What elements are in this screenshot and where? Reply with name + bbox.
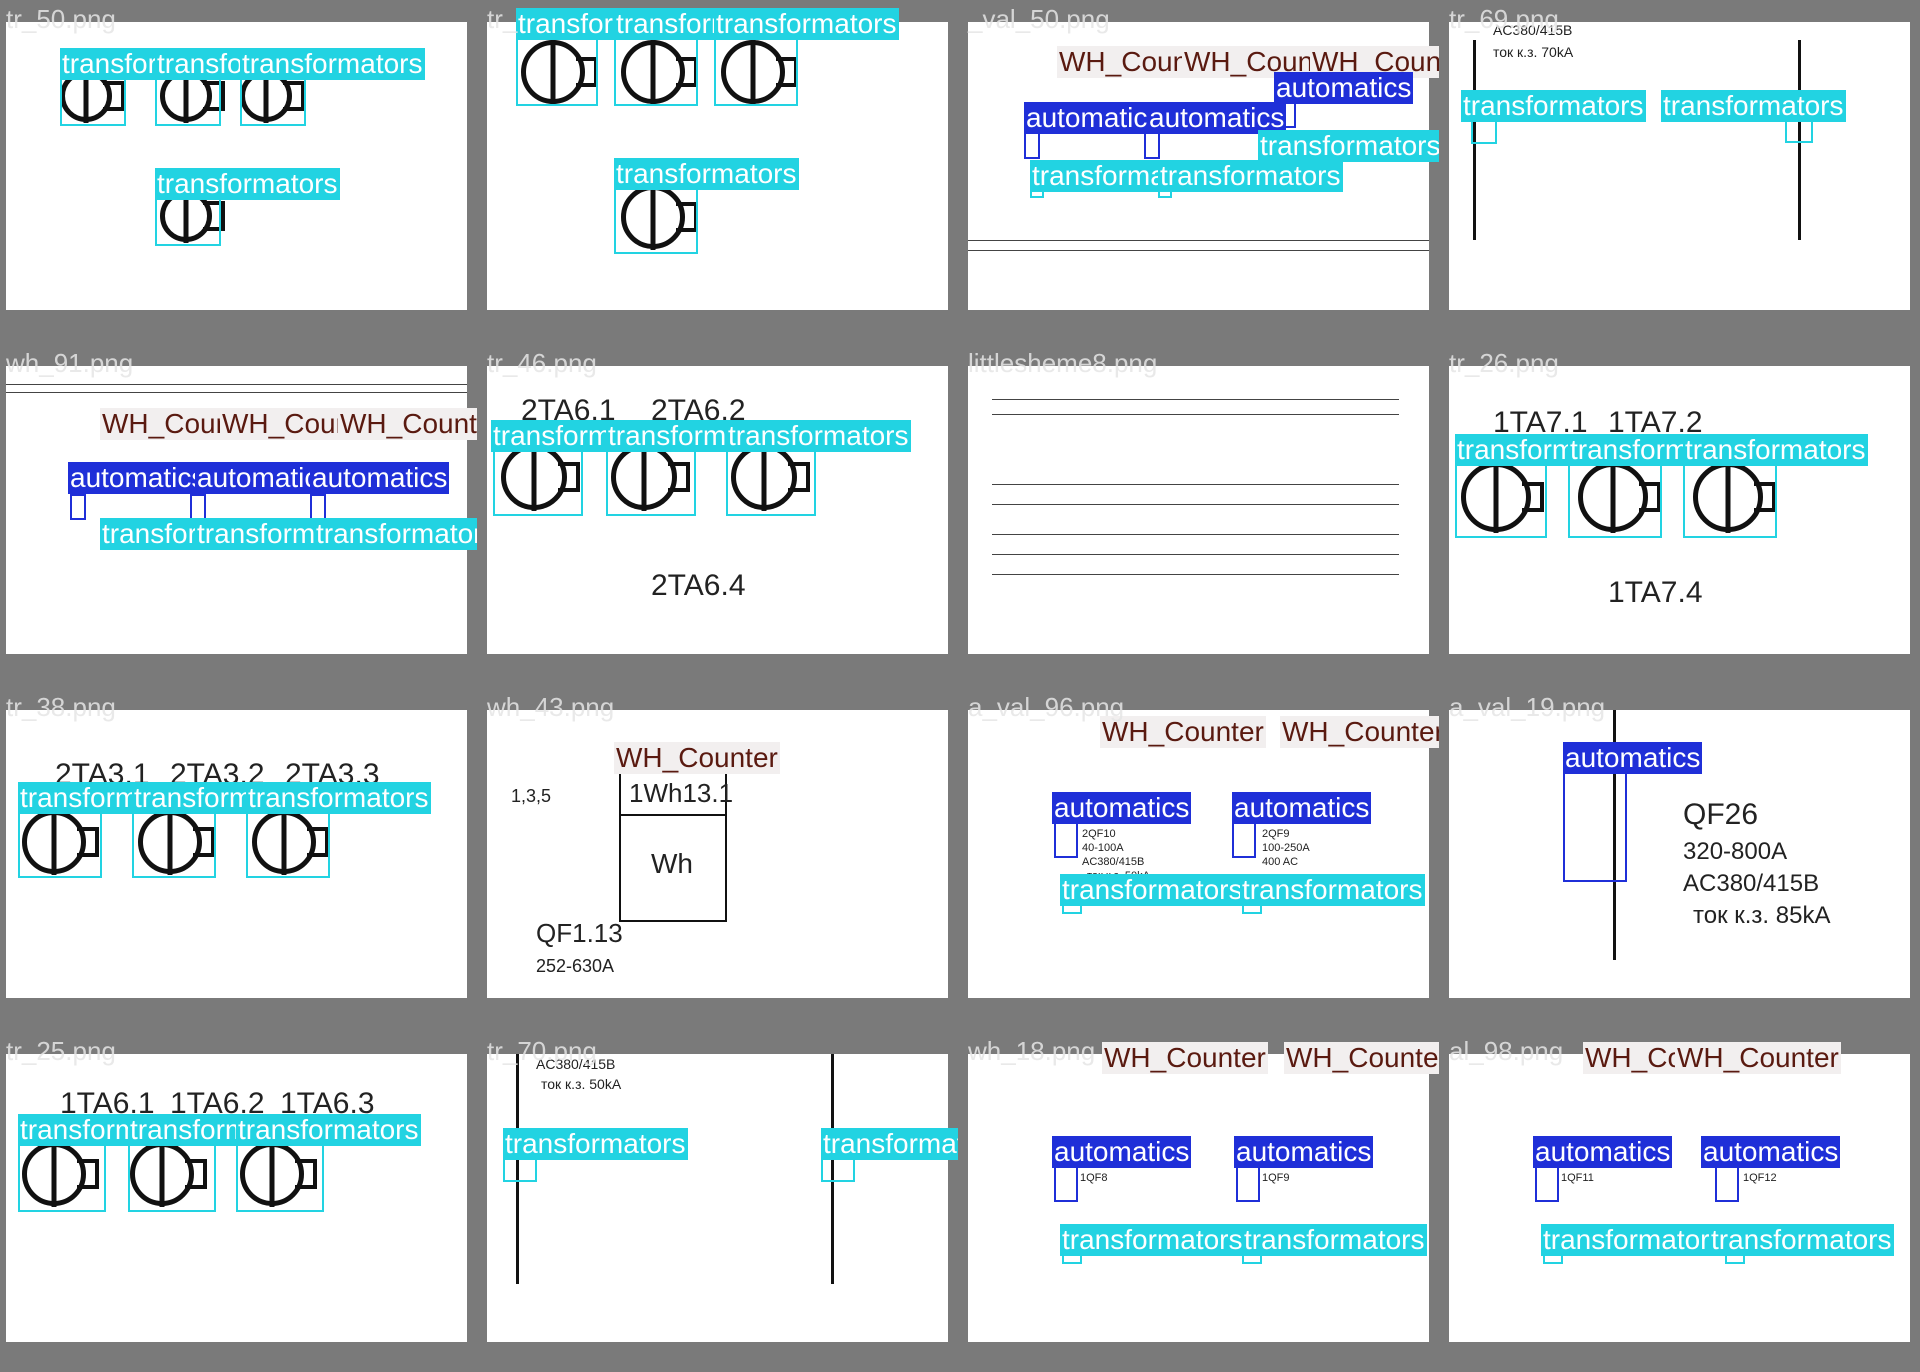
label-automatics: automatics <box>1701 1136 1841 1168</box>
label-wh-counter: WH_Counter <box>614 742 780 774</box>
label-transformators: transformators <box>1683 434 1868 466</box>
schematic-image <box>968 366 1429 654</box>
label-automatics: automatics <box>1234 1136 1374 1168</box>
label-automatics: automatics <box>1024 102 1164 134</box>
tile-tr-70: tr_70.png AC380/415B ток к.з. 50kA trans… <box>481 1032 958 1372</box>
tile-filename: tr_70.png <box>487 1036 597 1066</box>
tile-tr-69: tr_69.png AC380/415B ток к.з. 70kA trans… <box>1443 0 1920 340</box>
tile-filename: tr_38.png <box>6 692 116 722</box>
tile-wh-43: wh_43.png 1,3,5 QF1.13 252-630A 1Wh13.1 … <box>481 688 958 1028</box>
tile-filename: tr_25.png <box>6 1036 116 1066</box>
label-automatics: automatics <box>1274 72 1414 104</box>
tile-a-val-50: _val_50.png WH_Counter WH_Counter WH_Cou… <box>962 0 1439 340</box>
tile-filename: a_val_19.png <box>1449 692 1606 722</box>
label-transformators: transformators <box>1709 1224 1894 1256</box>
tile-tr-46: tr_46.png 2TA6.1 2TA6.2 2TA6.4 transform… <box>481 344 958 684</box>
schematic-image <box>1449 1054 1910 1342</box>
label-transformators: transformators <box>726 420 911 452</box>
tile-filename: tr_26.png <box>1449 348 1559 378</box>
label-automatics: automatics <box>1232 792 1372 824</box>
meter-box: 1Wh13.1 Wh <box>619 768 733 922</box>
label-transformators: transformators <box>1461 90 1646 122</box>
tile-filename: tr_ <box>487 4 518 34</box>
tile-filename: wh_43.png <box>487 692 615 722</box>
label-automatics: automatics <box>68 462 208 494</box>
label-transformators: transformators <box>236 1114 421 1146</box>
tile-littlesheme8: littlesheme8.png <box>962 344 1439 684</box>
tile-filename: _val_50.png <box>968 4 1110 34</box>
label-transformators: transformators <box>1242 1224 1427 1256</box>
tile-filename: tr_69.png <box>1449 4 1559 34</box>
detections-mosaic: tr_50.png transformators transformators … <box>0 0 1920 1372</box>
label-transformators: transformators <box>614 158 799 190</box>
label-wh-counter: WH_Counter <box>1284 1042 1439 1074</box>
tile-a-val-96: a_val_96.png 2QF10 40-100A AC380/415B то… <box>962 688 1439 1028</box>
tile-filename: al_98.png <box>1449 1036 1564 1066</box>
label-wh-counter: WH_Counter <box>1100 716 1266 748</box>
tile-wh-18: wh_18.png 1QF8 1QF9 WH_Counter WH_Counte… <box>962 1032 1439 1372</box>
label-wh-counter: WH_Counter <box>1675 1042 1841 1074</box>
label-transformators: transformators <box>1060 874 1245 906</box>
tile-tr-26: tr_26.png 1TA7.1 1TA7.2 1TA7.4 transform… <box>1443 344 1920 684</box>
tile-a-val-19: a_val_19.png automatics QF26 320-800A AC… <box>1443 688 1920 1028</box>
tile-filename: tr_50.png <box>6 4 116 34</box>
tile-wh-91: wh_91.png WH_Counter WH_Counter WH_Count… <box>0 344 477 684</box>
label-transformators: transformators <box>314 518 477 550</box>
tile-filename: tr_46.png <box>487 348 597 378</box>
label-automatics: automatics <box>1563 742 1703 774</box>
label-transformators: transformators <box>1158 160 1343 192</box>
label-transformators: transformators <box>1541 1224 1726 1256</box>
label-wh-counter: WH_Counter <box>338 408 477 440</box>
tile-tr: tr_ transformators transformators transf… <box>481 0 958 340</box>
label-automatics: automatics <box>1052 792 1192 824</box>
schematic-image <box>968 1054 1429 1342</box>
tile-filename: littlesheme8.png <box>968 348 1158 378</box>
label-transformators: transformators <box>1258 130 1439 162</box>
tile-filename: wh_18.png <box>968 1036 1096 1066</box>
label-transformators: transformators <box>503 1128 688 1160</box>
label-wh-counter: WH_Counter <box>1280 716 1439 748</box>
label-transformators: transformators <box>821 1128 958 1160</box>
schematic-image <box>968 710 1429 998</box>
tile-filename: wh_91.png <box>6 348 134 378</box>
label-transformators: transformators <box>714 8 899 40</box>
label-wh-counter: WH_Counter <box>1102 1042 1268 1074</box>
schematic-image <box>487 1054 948 1342</box>
label-transformators: transformators <box>1661 90 1846 122</box>
tile-filename: a_val_96.png <box>968 692 1125 722</box>
label-automatics: automatics <box>310 462 450 494</box>
label-transformators: transformators <box>1060 1224 1245 1256</box>
tile-al-98: al_98.png 1QF11 1QF12 WH_Counter WH_Coun… <box>1443 1032 1920 1372</box>
schematic-image <box>1449 22 1910 310</box>
label-transformators: transformators <box>155 168 340 200</box>
label-transformators: transformators <box>1240 874 1425 906</box>
tile-tr-38: tr_38.png 2TA3.1 2TA3.2 2TA3.3 transform… <box>0 688 477 1028</box>
label-transformators: transformators <box>246 782 431 814</box>
label-automatics: automatics <box>1533 1136 1673 1168</box>
label-transformators: transformators <box>240 48 425 80</box>
label-automatics: automatics <box>1052 1136 1192 1168</box>
tile-tr-25: tr_25.png 1TA6.1 1TA6.2 1TA6.3 transform… <box>0 1032 477 1372</box>
tile-tr-50: tr_50.png transformators transformators … <box>0 0 477 340</box>
